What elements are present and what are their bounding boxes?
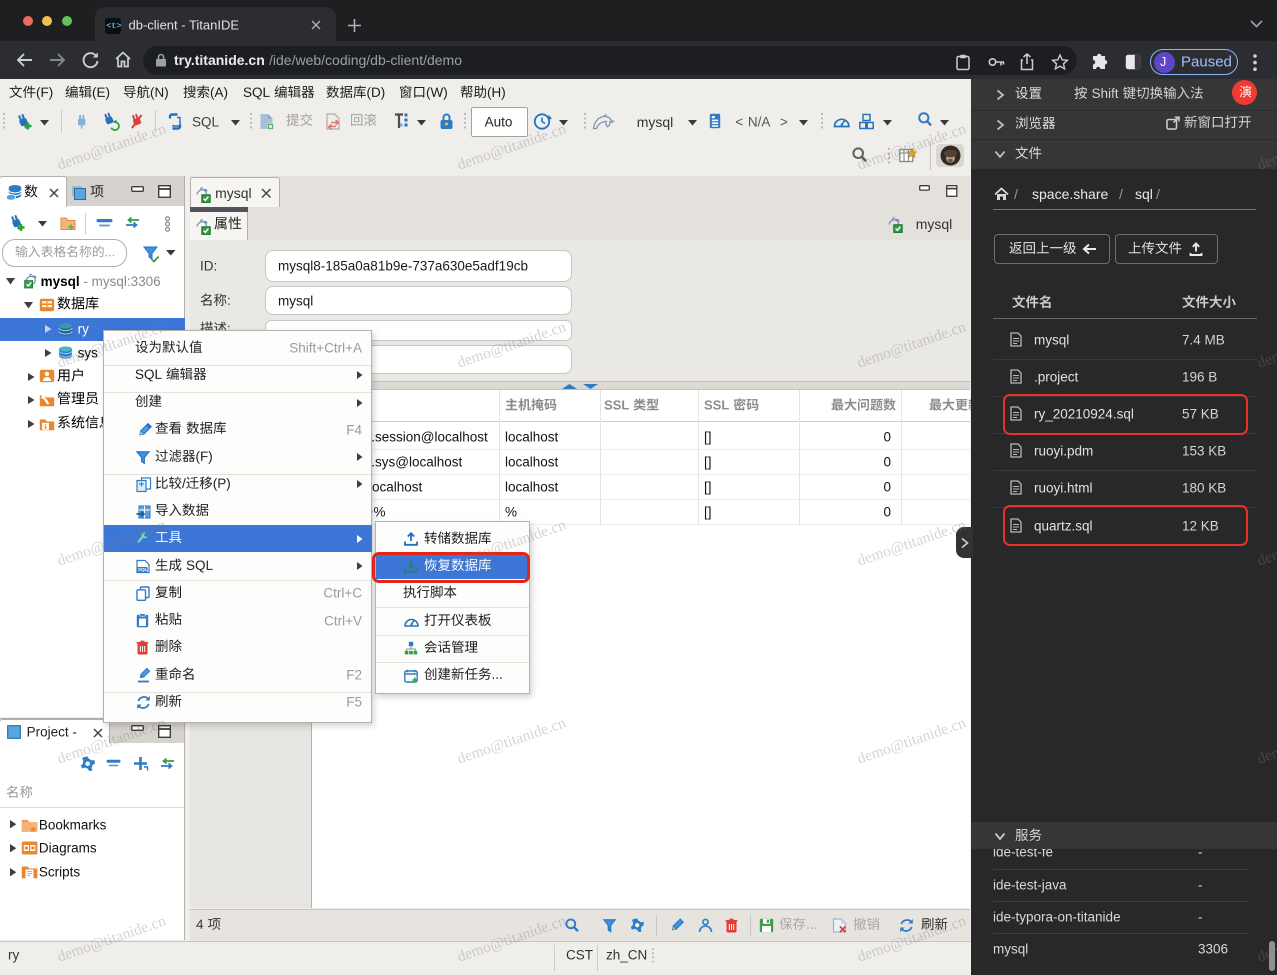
svg-text:SQL: SQL: [138, 567, 148, 572]
